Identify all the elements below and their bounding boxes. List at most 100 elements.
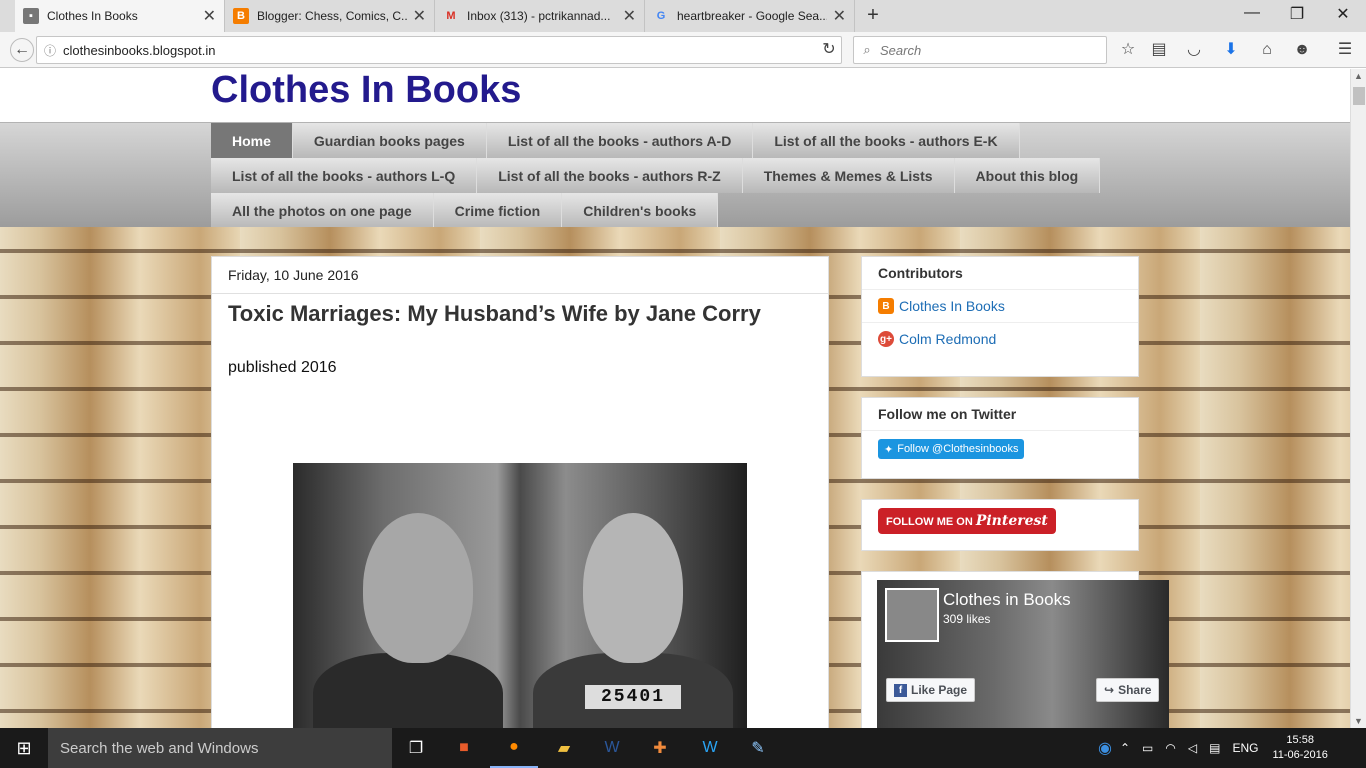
browser-nav-bar: ← ⓘ clothesinbooks.blogspot.in ↻ ⌕ Searc… bbox=[0, 32, 1366, 68]
close-icon[interactable]: ✕ bbox=[203, 6, 216, 26]
menu-icon[interactable]: ☰ bbox=[1334, 40, 1356, 60]
taskbar-search-placeholder: Search the web and Windows bbox=[60, 739, 259, 757]
url-bar[interactable]: ⓘ clothesinbooks.blogspot.in bbox=[36, 36, 842, 64]
firefox-icon[interactable]: ● bbox=[490, 728, 538, 768]
tab-gmail[interactable]: M Inbox (313) - pctrikannad... ✕ bbox=[435, 0, 645, 32]
show-hidden-icons[interactable]: ⌃ bbox=[1120, 741, 1130, 755]
contributor-name[interactable]: Colm Redmond bbox=[899, 331, 996, 347]
page-scrollbar[interactable]: ▲ ▼ bbox=[1350, 69, 1366, 728]
tab-blogger[interactable]: B Blogger: Chess, Comics, C... ✕ bbox=[225, 0, 435, 32]
nav-tab-authors-r-z[interactable]: List of all the books - authors R-Z bbox=[477, 158, 743, 193]
scrollbar-thumb[interactable] bbox=[1353, 87, 1365, 105]
maximize-icon[interactable]: ❐ bbox=[1287, 4, 1307, 24]
post-body: published 2016 bbox=[228, 359, 337, 376]
nav-tab-crime-fiction[interactable]: Crime fiction bbox=[433, 193, 563, 228]
twitter-widget: Follow me on Twitter ✦ Follow @Clothesin… bbox=[861, 397, 1139, 479]
nav-tab-home[interactable]: Home bbox=[211, 123, 293, 158]
tab-title: Clothes In Books bbox=[47, 9, 138, 23]
wifi-icon[interactable]: ◠ bbox=[1165, 741, 1175, 755]
windows-taskbar: ⊞ Search the web and Windows ❐ ■ ● ▰ W ✚… bbox=[0, 728, 1366, 768]
facebook-icon: f bbox=[894, 683, 907, 697]
system-tray: ◉ ⌃ ▭ ◠ ◁ ▤ ENG 15:58 11-06-2016 bbox=[1098, 728, 1328, 768]
contributor-name[interactable]: Clothes In Books bbox=[899, 298, 1005, 314]
close-icon[interactable]: ✕ bbox=[413, 6, 426, 26]
post-photo[interactable]: 25401 bbox=[293, 463, 747, 728]
google-icon: G bbox=[656, 10, 666, 22]
app-icon[interactable]: ✚ bbox=[636, 728, 684, 768]
facebook-like-button[interactable]: f Like Page bbox=[886, 678, 976, 702]
blog-nav-row: Home Guardian books pages List of all th… bbox=[211, 123, 1020, 158]
facebook-page-plugin[interactable]: Clothes in Books 309 likes f Like Page ↪… bbox=[877, 580, 1169, 728]
window-close-icon[interactable]: ✕ bbox=[1333, 4, 1353, 24]
clock-time: 15:58 bbox=[1286, 734, 1314, 746]
pinterest-follow-button[interactable]: FOLLOW ME ON Pinterest bbox=[878, 508, 1056, 534]
clock[interactable]: 15:58 11-06-2016 bbox=[1272, 733, 1327, 763]
download-icon[interactable]: ⬇ bbox=[1220, 40, 1242, 60]
sync-icon[interactable]: ◉ bbox=[1098, 738, 1112, 758]
nav-tab-photos[interactable]: All the photos on one page bbox=[211, 193, 434, 228]
facebook-share-button[interactable]: ↪ Share bbox=[1096, 678, 1160, 702]
task-view-icon[interactable]: ❐ bbox=[392, 728, 440, 768]
facebook-page-thumbnail[interactable] bbox=[885, 588, 939, 642]
close-icon[interactable]: ✕ bbox=[833, 6, 846, 26]
word-icon[interactable]: W bbox=[588, 728, 636, 768]
nav-tab-about[interactable]: About this blog bbox=[954, 158, 1101, 193]
windows-start-icon[interactable]: ⊞ bbox=[0, 728, 48, 768]
like-label: Like Page bbox=[911, 683, 968, 697]
post-title[interactable]: Toxic Marriages: My Husband’s Wife by Ja… bbox=[228, 301, 761, 327]
tab-google-search[interactable]: G heartbreaker - Google Sea... ✕ bbox=[645, 0, 855, 32]
facebook-likes: 309 likes bbox=[943, 612, 991, 626]
photo-figure bbox=[583, 513, 683, 663]
blog-nav-row: List of all the books - authors L-Q List… bbox=[211, 158, 1101, 193]
google-plus-icon: g+ bbox=[878, 331, 894, 347]
contributor-link[interactable]: g+ Colm Redmond bbox=[862, 323, 1138, 355]
nav-tab-authors-e-k[interactable]: List of all the books - authors E-K bbox=[753, 123, 1020, 158]
widget-title: Contributors bbox=[862, 257, 1138, 290]
nav-tab-themes[interactable]: Themes & Memes & Lists bbox=[742, 158, 955, 193]
nav-tab-authors-l-q[interactable]: List of all the books - authors L-Q bbox=[211, 158, 478, 193]
qx-app-icon[interactable]: ■ bbox=[440, 728, 488, 768]
blog-title[interactable]: Clothes In Books bbox=[211, 69, 521, 112]
twitter-follow-button[interactable]: ✦ Follow @Clothesinbooks bbox=[878, 439, 1025, 459]
share-label: Share bbox=[1118, 683, 1152, 697]
paint-icon[interactable]: ✎ bbox=[734, 728, 782, 768]
facebook-page-name[interactable]: Clothes in Books bbox=[943, 590, 1071, 610]
back-icon[interactable]: ← bbox=[10, 38, 34, 62]
minimize-icon[interactable]: — bbox=[1242, 4, 1262, 22]
search-box[interactable]: ⌕ Search bbox=[853, 36, 1107, 64]
info-icon[interactable]: ⓘ bbox=[37, 42, 63, 59]
pocket-icon[interactable]: ◡ bbox=[1183, 40, 1205, 60]
bookmark-star-icon[interactable]: ☆ bbox=[1117, 40, 1139, 60]
reading-list-icon[interactable]: ▤ bbox=[1148, 40, 1170, 60]
blogger-icon: B bbox=[878, 298, 894, 314]
pinterest-logo: Pinterest bbox=[975, 513, 1048, 529]
taskbar-search[interactable]: Search the web and Windows bbox=[48, 728, 392, 768]
twitter-follow-label: Follow @Clothesinbooks bbox=[897, 443, 1019, 455]
contributor-link[interactable]: B Clothes In Books bbox=[862, 290, 1138, 323]
wps-icon[interactable]: W bbox=[686, 728, 734, 768]
emoji-icon[interactable]: ☻ bbox=[1291, 40, 1313, 60]
blog-header: Clothes In Books bbox=[0, 69, 1350, 123]
home-icon[interactable]: ⌂ bbox=[1256, 40, 1278, 60]
new-tab-button[interactable]: + bbox=[862, 4, 884, 27]
tab-clothes-in-books[interactable]: ▪ Clothes In Books ✕ bbox=[15, 0, 225, 32]
search-icon: ⌕ bbox=[863, 42, 871, 57]
nav-tab-childrens-books[interactable]: Children's books bbox=[562, 193, 719, 228]
battery-icon[interactable]: ▭ bbox=[1142, 741, 1153, 755]
nav-tab-authors-a-d[interactable]: List of all the books - authors A-D bbox=[486, 123, 754, 158]
photo-figure bbox=[313, 653, 503, 728]
tab-title: heartbreaker - Google Sea... bbox=[677, 9, 827, 23]
post-date: Friday, 10 June 2016 bbox=[228, 267, 359, 283]
reload-icon[interactable]: ↻ bbox=[818, 40, 840, 60]
contributors-widget: Contributors B Clothes In Books g+ Colm … bbox=[861, 256, 1139, 377]
volume-icon[interactable]: ◁ bbox=[1188, 741, 1197, 755]
language-indicator[interactable]: ENG bbox=[1232, 741, 1258, 755]
close-icon[interactable]: ✕ bbox=[623, 6, 636, 26]
blog-nav-row: All the photos on one page Crime fiction… bbox=[211, 193, 719, 228]
nav-tab-guardian[interactable]: Guardian books pages bbox=[292, 123, 487, 158]
search-placeholder: Search bbox=[880, 42, 922, 58]
scroll-down-icon[interactable]: ▼ bbox=[1354, 716, 1363, 726]
scroll-up-icon[interactable]: ▲ bbox=[1354, 71, 1363, 81]
notification-icon[interactable]: ▤ bbox=[1209, 741, 1220, 755]
file-explorer-icon[interactable]: ▰ bbox=[540, 728, 588, 768]
